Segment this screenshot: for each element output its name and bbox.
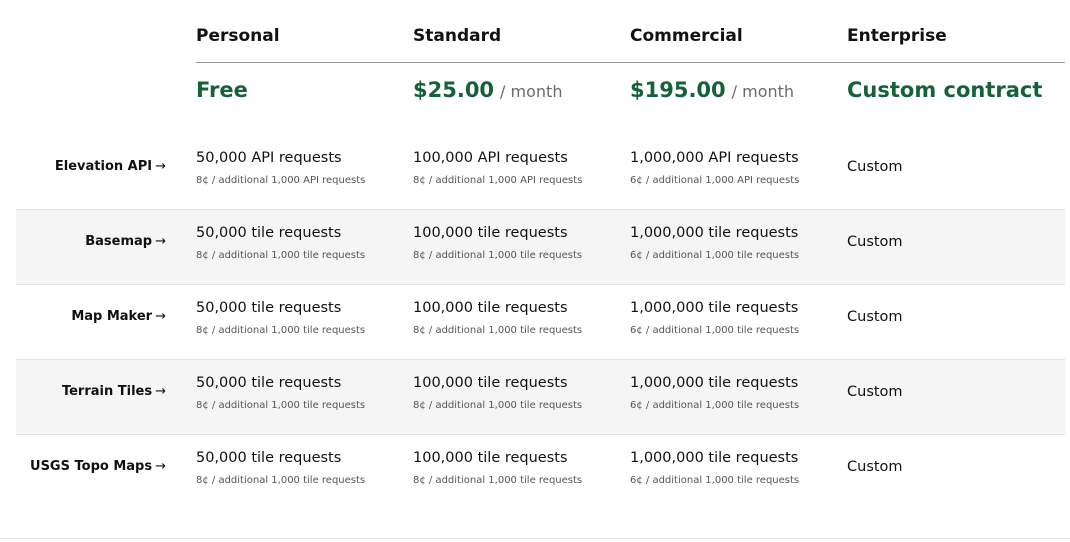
feature-row-terrain-tiles: Terrain Tiles → 50,000 tile requests 8¢ /… — [16, 360, 1065, 435]
feature-cell-enterprise: Custom — [847, 159, 903, 175]
feature-cell-standard: 100,000 tile requests 8¢ / additional 1,… — [413, 225, 582, 261]
feature-row-elevation-api: Elevation API → 50,000 API requests 8¢ / … — [16, 135, 1065, 210]
quota: 1,000,000 API requests — [630, 150, 799, 166]
price-period: / month — [500, 82, 563, 101]
plan-name-personal: Personal — [196, 26, 280, 46]
quota: 100,000 tile requests — [413, 450, 568, 466]
feature-cell-standard: 100,000 tile requests 8¢ / additional 1,… — [413, 450, 582, 486]
arrow-right-icon: → — [155, 234, 166, 249]
overage-rate: 6¢ / additional 1,000 tile requests — [630, 400, 800, 411]
feature-cell-standard: 100,000 API requests 8¢ / additional 1,0… — [413, 150, 582, 186]
overage-rate: 8¢ / additional 1,000 tile requests — [413, 325, 583, 336]
feature-link-usgs-topo-maps[interactable]: USGS Topo Maps → — [30, 459, 166, 474]
arrow-right-icon: → — [155, 159, 166, 174]
feature-link-terrain-tiles[interactable]: Terrain Tiles → — [62, 384, 166, 399]
feature-row-usgs-topo-maps: USGS Topo Maps → 50,000 tile requests 8¢ … — [16, 435, 1065, 509]
price-amount: $195.00 — [630, 78, 726, 102]
price-standard: $25.00 / month — [413, 78, 562, 102]
arrow-right-icon: → — [155, 459, 166, 474]
feature-cell-enterprise: Custom — [847, 309, 903, 325]
arrow-right-icon: → — [155, 384, 166, 399]
feature-name: Map Maker — [71, 309, 153, 324]
plan-name-enterprise: Enterprise — [847, 26, 947, 46]
quota: 50,000 tile requests — [196, 450, 342, 466]
feature-cell-personal: 50,000 tile requests 8¢ / additional 1,0… — [196, 450, 365, 486]
feature-cell-standard: 100,000 tile requests 8¢ / additional 1,… — [413, 300, 582, 336]
quota: 1,000,000 tile requests — [630, 300, 799, 316]
feature-cell-enterprise: Custom — [847, 459, 903, 475]
overage-rate: 6¢ / additional 1,000 tile requests — [630, 475, 800, 486]
feature-cell-enterprise: Custom — [847, 384, 903, 400]
quota: 100,000 API requests — [413, 150, 568, 166]
overage-rate: 6¢ / additional 1,000 tile requests — [630, 250, 800, 261]
price-row: Free $25.00 / month $195.00 / month Custom… — [196, 78, 1065, 108]
price-amount: Custom contract — [847, 78, 1043, 102]
feature-rows: Elevation API → 50,000 API requests 8¢ / … — [16, 135, 1065, 509]
overage-rate: 8¢ / additional 1,000 tile requests — [413, 475, 583, 486]
feature-cell-personal: 50,000 tile requests 8¢ / additional 1,0… — [196, 375, 365, 411]
overage-rate: 8¢ / additional 1,000 tile requests — [413, 250, 583, 261]
quota: 1,000,000 tile requests — [630, 225, 799, 241]
price-personal: Free — [196, 78, 248, 102]
feature-cell-personal: 50,000 tile requests 8¢ / additional 1,0… — [196, 300, 365, 336]
price-commercial: $195.00 / month — [630, 78, 794, 102]
section-divider — [0, 538, 1070, 539]
plan-name-commercial: Commercial — [630, 26, 743, 46]
quota: 100,000 tile requests — [413, 300, 568, 316]
feature-cell-commercial: 1,000,000 tile requests 6¢ / additional … — [630, 225, 799, 261]
arrow-right-icon: → — [155, 309, 166, 324]
quota: 50,000 tile requests — [196, 375, 342, 391]
feature-cell-enterprise: Custom — [847, 234, 903, 250]
feature-name: Elevation API — [54, 159, 153, 174]
feature-cell-personal: 50,000 API requests 8¢ / additional 1,00… — [196, 150, 365, 186]
feature-row-map-maker: Map Maker → 50,000 tile requests 8¢ / add… — [16, 285, 1065, 360]
overage-rate: 8¢ / additional 1,000 tile requests — [196, 475, 366, 486]
price-period: / month — [731, 82, 795, 101]
quota: 50,000 API requests — [196, 150, 342, 166]
quota: 100,000 tile requests — [413, 225, 568, 241]
overage-rate: 8¢ / additional 1,000 tile requests — [196, 250, 366, 261]
feature-link-basemap[interactable]: Basemap → — [85, 234, 166, 249]
overage-rate: 8¢ / additional 1,000 tile requests — [196, 400, 366, 411]
quota: 50,000 tile requests — [196, 225, 342, 241]
quota: 1,000,000 tile requests — [630, 375, 799, 391]
feature-cell-standard: 100,000 tile requests 8¢ / additional 1,… — [413, 375, 582, 411]
pricing-table: Personal Standard Commercial Enterprise … — [0, 0, 1070, 542]
price-amount: Free — [196, 78, 248, 102]
price-enterprise: Custom contract — [847, 78, 1042, 102]
feature-cell-commercial: 1,000,000 tile requests 6¢ / additional … — [630, 375, 799, 411]
feature-link-elevation-api[interactable]: Elevation API → — [55, 159, 166, 174]
overage-rate: 8¢ / additional 1,000 tile requests — [196, 325, 366, 336]
overage-rate: 8¢ / additional 1,000 API requests — [196, 175, 366, 186]
feature-name: Basemap — [85, 234, 153, 249]
price-amount: $25.00 — [413, 78, 495, 102]
feature-cell-commercial: 1,000,000 API requests 6¢ / additional 1… — [630, 150, 799, 186]
feature-cell-commercial: 1,000,000 tile requests 6¢ / additional … — [630, 450, 799, 486]
feature-row-basemap: Basemap → 50,000 tile requests 8¢ / addit… — [16, 210, 1065, 285]
plan-header-row: Personal Standard Commercial Enterprise — [196, 24, 1065, 63]
quota: 50,000 tile requests — [196, 300, 342, 316]
feature-cell-commercial: 1,000,000 tile requests 6¢ / additional … — [630, 300, 799, 336]
overage-rate: 8¢ / additional 1,000 tile requests — [413, 400, 583, 411]
feature-name: Terrain Tiles — [61, 384, 153, 399]
plan-name-standard: Standard — [413, 26, 502, 46]
feature-name: USGS Topo Maps — [30, 459, 153, 474]
overage-rate: 6¢ / additional 1,000 API requests — [630, 175, 800, 186]
feature-link-map-maker[interactable]: Map Maker → — [71, 309, 166, 324]
quota: 1,000,000 tile requests — [630, 450, 799, 466]
overage-rate: 8¢ / additional 1,000 API requests — [413, 175, 583, 186]
feature-cell-personal: 50,000 tile requests 8¢ / additional 1,0… — [196, 225, 365, 261]
overage-rate: 6¢ / additional 1,000 tile requests — [630, 325, 800, 336]
quota: 100,000 tile requests — [413, 375, 568, 391]
